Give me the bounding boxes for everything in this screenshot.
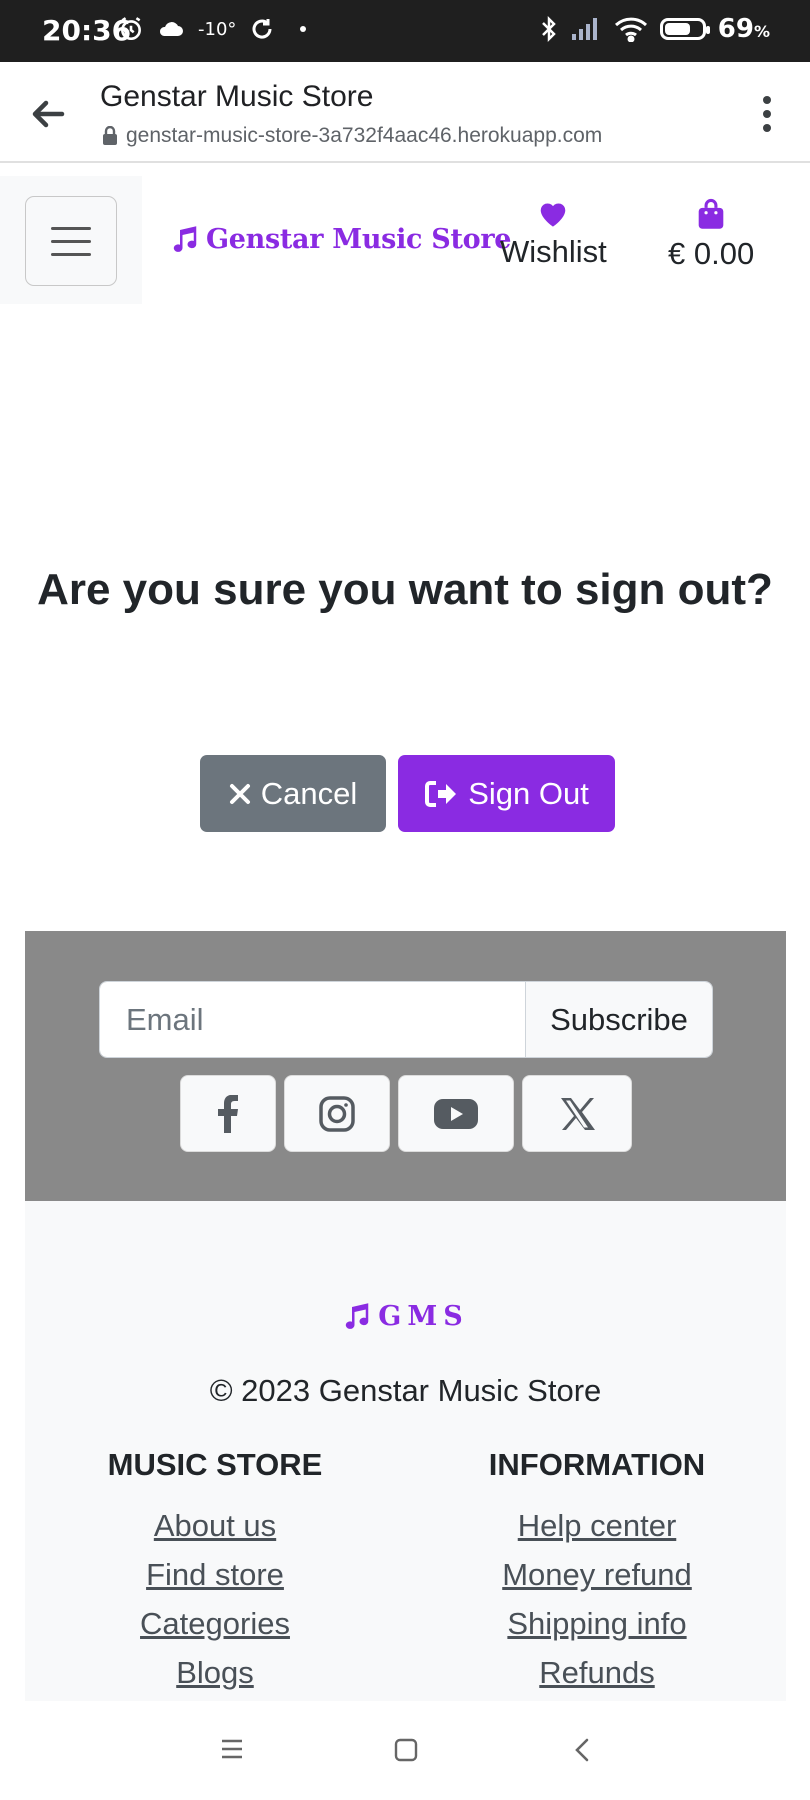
browser-url[interactable]: genstar-music-store-3a732f4aac46.herokua… [102,124,602,148]
footer-link-shipping-info[interactable]: Shipping info [437,1599,757,1648]
music-note-icon [173,225,197,252]
lock-icon [103,126,117,145]
menu-toggle-button[interactable] [25,196,117,286]
footer-logo[interactable]: GMS [25,1301,786,1332]
hamburger-line [51,226,91,230]
footer-link-find-store[interactable]: Find store [55,1550,375,1599]
browser-bar: Genstar Music Store genstar-music-store-… [0,62,810,163]
footer-link-about-us[interactable]: About us [55,1501,375,1550]
page-heading: Are you sure you want to sign out? [37,565,773,614]
cloud-icon [159,22,183,36]
sign-out-icon [425,780,457,807]
instagram-button[interactable] [284,1075,390,1152]
cart-link[interactable]: € 0.00 [668,198,754,272]
newsletter-section: Subscribe [25,931,786,1201]
signal-icon [571,18,597,40]
subscribe-button[interactable]: Subscribe [525,982,712,1057]
wifi-icon [614,17,647,42]
site-footer: GMS © 2023 Genstar Music Store MUSIC STO… [25,1201,786,1701]
notification-dot-icon [300,26,307,32]
status-left-icons: -10° [118,16,307,42]
footer-link-help-center[interactable]: Help center [437,1501,757,1550]
system-navigation-bar [0,1702,810,1800]
heart-icon [541,203,566,227]
wishlist-label: Wishlist [500,234,607,269]
url-text: genstar-music-store-3a732f4aac46.herokua… [126,124,603,147]
facebook-button[interactable] [180,1075,276,1152]
footer-column-title: MUSIC STORE [107,1447,323,1482]
signout-actions: Cancel Sign Out [200,755,615,832]
battery-fill [664,23,690,35]
email-input[interactable] [100,982,525,1057]
copyright: © 2023 Genstar Music Store [209,1373,602,1408]
footer-column-music-store: MUSIC STORE About us Find store Categori… [55,1447,375,1697]
status-bar: 20:36 -10° 69% [0,0,810,62]
footer-column-information: INFORMATION Help center Money refund Shi… [437,1447,757,1697]
cancel-button[interactable]: Cancel [200,755,386,832]
wishlist-link[interactable]: Wishlist [500,198,607,270]
close-icon [229,783,250,804]
site-logo[interactable]: Genstar Music Store [170,224,511,255]
site-header: Genstar Music Store Wishlist € 0.00 [0,176,810,306]
sign-out-label: Sign Out [468,775,589,811]
footer-link-categories[interactable]: Categories [55,1599,375,1648]
facebook-icon [218,1094,238,1133]
recent-apps-icon[interactable] [220,1738,244,1760]
hamburger-line [51,239,91,243]
alarm-icon [121,17,141,41]
logo-text: Genstar Music Store [206,224,512,255]
footer-link-refunds[interactable]: Refunds [437,1648,757,1697]
footer-link-money-refund[interactable]: Money refund [437,1550,757,1599]
x-twitter-button[interactable] [522,1075,632,1152]
x-twitter-icon [561,1097,595,1130]
browser-page-title: Genstar Music Store [100,80,374,113]
social-links [180,1075,632,1152]
back-arrow-icon[interactable] [28,94,68,134]
home-icon[interactable] [394,1738,418,1762]
sign-out-button[interactable]: Sign Out [398,755,615,832]
bluetooth-icon [541,15,556,43]
battery-icon [659,18,710,40]
more-options-icon[interactable] [760,94,774,134]
battery-percent: 69% [717,14,770,44]
status-right-icons: 69% [540,14,770,44]
sync-icon [252,19,272,39]
footer-logo-text: GMS [378,1301,469,1332]
footer-link-blogs[interactable]: Blogs [55,1648,375,1697]
cart-total: € 0.00 [668,236,755,271]
youtube-button[interactable] [398,1075,514,1152]
subscribe-form: Subscribe [99,981,713,1058]
youtube-icon [434,1098,478,1129]
shopping-bag-icon [698,198,724,229]
music-note-icon [346,1302,369,1329]
system-back-icon[interactable] [574,1738,590,1762]
cancel-label: Cancel [260,775,358,811]
instagram-icon [319,1095,355,1132]
status-temperature: -10° [198,18,237,40]
footer-column-title: INFORMATION [488,1447,706,1482]
hamburger-line [51,252,91,256]
